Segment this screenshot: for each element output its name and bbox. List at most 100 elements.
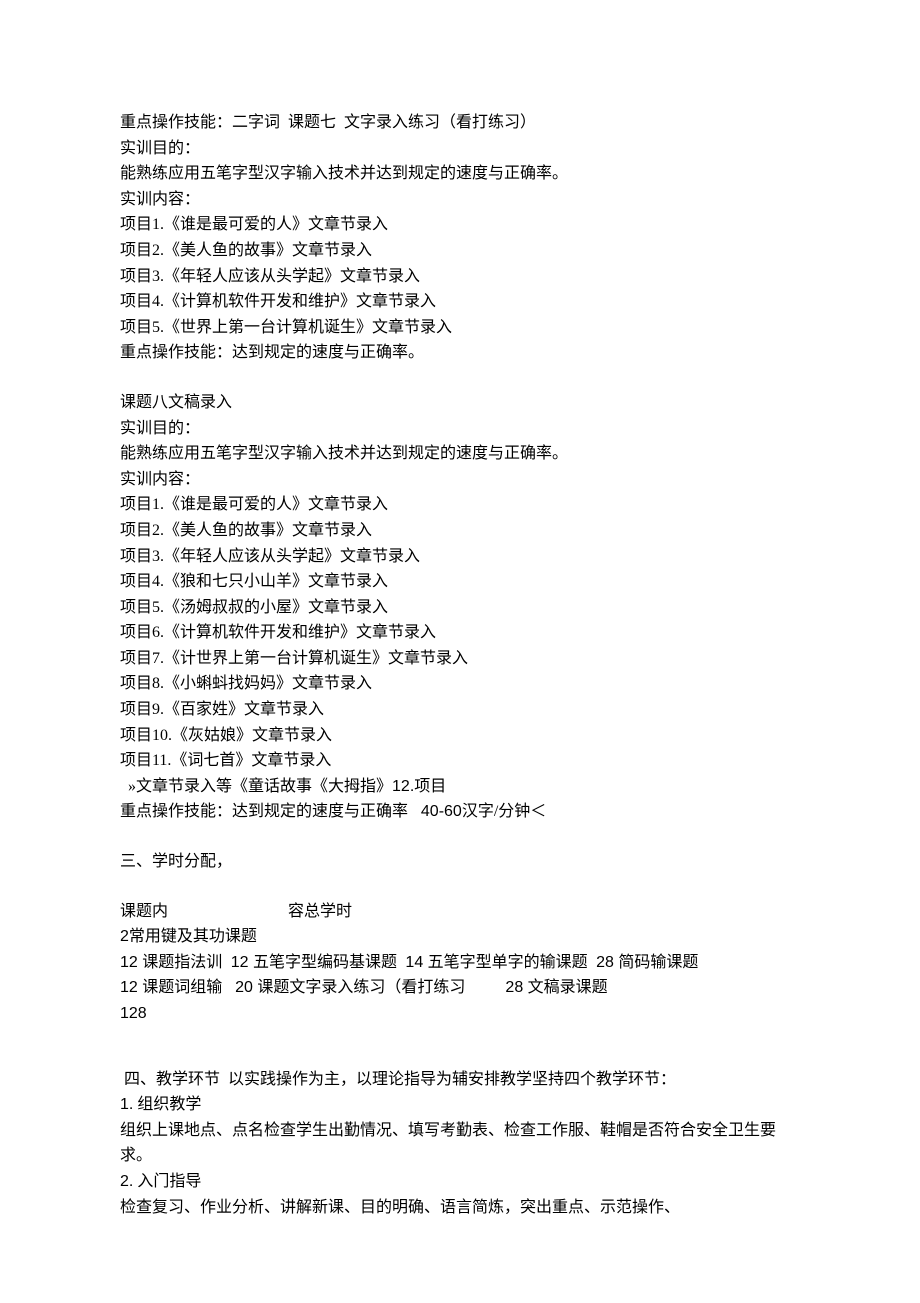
list-item: 项目3.《年轻人应该从头学起》文章节录入 bbox=[120, 264, 800, 290]
text-fragment: 重点操作技能：达到规定的速度与正确率 bbox=[120, 803, 412, 820]
number-text: 12 bbox=[226, 954, 253, 971]
list-item: 项目2.《美人鱼的故事》文章节录入 bbox=[120, 238, 800, 264]
item-number: 项目5. bbox=[120, 319, 164, 336]
list-item: 项目10.《灰姑娘》文章节录入 bbox=[120, 723, 800, 749]
item-number: 项目4. bbox=[120, 293, 164, 310]
spacer bbox=[120, 366, 800, 390]
text-line: 1. 组织教学 bbox=[120, 1092, 800, 1118]
item-text: 《小蝌蚪找妈妈》文章节录入 bbox=[164, 675, 372, 692]
text-fragment: 常用键及其功课题 bbox=[129, 928, 257, 945]
text-fragment: 入门指导 bbox=[133, 1173, 201, 1190]
item-number: 项目7. bbox=[120, 650, 164, 667]
number-text: 20 bbox=[226, 979, 257, 996]
item-text: 《计算机软件开发和维护》文章节录入 bbox=[164, 293, 436, 310]
text-line: 重点操作技能：达到规定的速度与正确率 40-60汉字/分钟＜ bbox=[120, 799, 800, 825]
list-item: 项目2.《美人鱼的故事》文章节录入 bbox=[120, 518, 800, 544]
item-number: 项目2. bbox=[120, 242, 164, 259]
item-number: 项目4. bbox=[120, 573, 164, 590]
text-line: 检查复习、作业分析、讲解新课、目的明确、语言简炼，突出重点、示范操作、 bbox=[120, 1195, 800, 1221]
list-item: 项目1.《谁是最可爱的人》文章节录入 bbox=[120, 492, 800, 518]
item-text: 《谁是最可爱的人》文章节录入 bbox=[164, 216, 388, 233]
item-text: 《美人鱼的故事》文章节录入 bbox=[164, 242, 372, 259]
text-fragment: 项目 bbox=[414, 778, 446, 795]
item-number: 项目6. bbox=[120, 624, 164, 641]
item-number: 项目2. bbox=[120, 522, 164, 539]
spacer bbox=[120, 1027, 800, 1067]
spacer bbox=[120, 875, 800, 899]
item-text: 《灰姑娘》文章节录入 bbox=[172, 727, 332, 744]
text-fragment: 课题指法训 bbox=[142, 954, 226, 971]
number-text: 28 bbox=[465, 979, 527, 996]
text-fragment: 五笔字型单字的输课题 bbox=[428, 954, 592, 971]
document-page: 重点操作技能：二字词 课题七 文字录入练习（看打练习） 实训目的： 能熟练应用五… bbox=[0, 0, 920, 1303]
number-text: 40-60 bbox=[412, 803, 462, 820]
text-fragment: »文章节录入等《童话故事《大拇指》 bbox=[120, 778, 392, 795]
item-number: 项目11. bbox=[120, 752, 171, 769]
list-item: 项目3.《年轻人应该从头学起》文章节录入 bbox=[120, 544, 800, 570]
text-line: 12 课题指法训 12 五笔字型编码基课题 14 五笔字型单字的输课题 28 简… bbox=[120, 950, 800, 976]
text-line: 实训目的： bbox=[120, 136, 800, 162]
item-text: 《计世界上第一台计算机诞生》文章节录入 bbox=[164, 650, 468, 667]
item-text: 《谁是最可爱的人》文章节录入 bbox=[164, 496, 388, 513]
text-fragment: 五笔字型编码基课题 bbox=[253, 954, 401, 971]
item-text: 《计算机软件开发和维护》文章节录入 bbox=[164, 624, 436, 641]
text-line: 能熟练应用五笔字型汉字输入技术并达到规定的速度与正确率。 bbox=[120, 161, 800, 187]
item-text: 《年轻人应该从头学起》文章节录入 bbox=[164, 268, 420, 285]
text-line: 能熟练应用五笔字型汉字输入技术并达到规定的速度与正确率。 bbox=[120, 441, 800, 467]
item-number: 项目1. bbox=[120, 496, 164, 513]
item-number: 项目9. bbox=[120, 701, 164, 718]
number-text: 128 bbox=[120, 1001, 800, 1027]
text-line: 课题内 容总学时 bbox=[120, 899, 800, 925]
item-text: 《世界上第一台计算机诞生》文章节录入 bbox=[164, 319, 452, 336]
number-text: 2. bbox=[120, 1173, 133, 1190]
text-line: 实训内容： bbox=[120, 187, 800, 213]
list-item: 项目1.《谁是最可爱的人》文章节录入 bbox=[120, 212, 800, 238]
text-line: »文章节录入等《童话故事《大拇指》12.项目 bbox=[120, 774, 800, 800]
text-fragment: 组织教学 bbox=[133, 1096, 201, 1113]
text-line: 实训目的： bbox=[120, 416, 800, 442]
text-line: 2. 入门指导 bbox=[120, 1169, 800, 1195]
text-fragment: 课题内 bbox=[120, 903, 168, 920]
item-text: 《词七首》文章节录入 bbox=[171, 752, 331, 769]
text-line: 重点操作技能：达到规定的速度与正确率。 bbox=[120, 340, 800, 366]
item-text: 《年轻人应该从头学起》文章节录入 bbox=[164, 548, 420, 565]
list-item: 项目4.《狼和七只小山羊》文章节录入 bbox=[120, 569, 800, 595]
text-line: 实训内容： bbox=[120, 467, 800, 493]
text-line: 组织上课地点、点名检查学生出勤情况、填写考勤表、检查工作服、鞋帽是否符合安全卫生… bbox=[120, 1118, 800, 1169]
item-text: 《百家姓》文章节录入 bbox=[164, 701, 324, 718]
section-heading: 三、学时分配， bbox=[120, 849, 800, 875]
item-number: 项目10. bbox=[120, 727, 172, 744]
item-number: 项目3. bbox=[120, 548, 164, 565]
text-fragment: 文稿录课题 bbox=[528, 979, 608, 996]
list-item: 项目5.《世界上第一台计算机诞生》文章节录入 bbox=[120, 315, 800, 341]
section-heading: 四、教学环节 以实践操作为主，以理论指导为辅安排教学坚持四个教学环节： bbox=[120, 1067, 800, 1093]
number-text: 14 bbox=[401, 954, 428, 971]
item-number: 项目8. bbox=[120, 675, 164, 692]
item-number: 项目3. bbox=[120, 268, 164, 285]
text-fragment: 课题文字录入练习（看打练习 bbox=[257, 979, 465, 996]
text-line: 12 课题词组输 20 课题文字录入练习（看打练习 28 文稿录课题 bbox=[120, 975, 800, 1001]
number-text: 28 bbox=[592, 954, 619, 971]
item-number: 项目5. bbox=[120, 599, 164, 616]
list-item: 项目5.《汤姆叔叔的小屋》文章节录入 bbox=[120, 595, 800, 621]
list-item: 项目11.《词七首》文章节录入 bbox=[120, 748, 800, 774]
list-item: 项目7.《计世界上第一台计算机诞生》文章节录入 bbox=[120, 646, 800, 672]
item-text: 《美人鱼的故事》文章节录入 bbox=[164, 522, 372, 539]
text-fragment: 简码输课题 bbox=[618, 954, 698, 971]
item-number: 项目1. bbox=[120, 216, 164, 233]
spacer bbox=[120, 825, 800, 849]
item-text: 《汤姆叔叔的小屋》文章节录入 bbox=[164, 599, 388, 616]
list-item: 项目9.《百家姓》文章节录入 bbox=[120, 697, 800, 723]
number-text: 2 bbox=[120, 928, 129, 945]
number-text: 12 bbox=[120, 979, 142, 996]
number-text: 1. bbox=[120, 1096, 133, 1113]
text-fragment: 容总学时 bbox=[288, 903, 352, 920]
text-fragment: 汉字/分钟＜ bbox=[462, 803, 546, 820]
item-text: 《狼和七只小山羊》文章节录入 bbox=[164, 573, 388, 590]
text-fragment: 课题词组输 bbox=[142, 979, 226, 996]
text-line: 重点操作技能：二字词 课题七 文字录入练习（看打练习） bbox=[120, 110, 800, 136]
text-line: 2常用键及其功课题 bbox=[120, 924, 800, 950]
list-item: 项目4.《计算机软件开发和维护》文章节录入 bbox=[120, 289, 800, 315]
list-item: 项目8.《小蝌蚪找妈妈》文章节录入 bbox=[120, 671, 800, 697]
list-item: 项目6.《计算机软件开发和维护》文章节录入 bbox=[120, 620, 800, 646]
